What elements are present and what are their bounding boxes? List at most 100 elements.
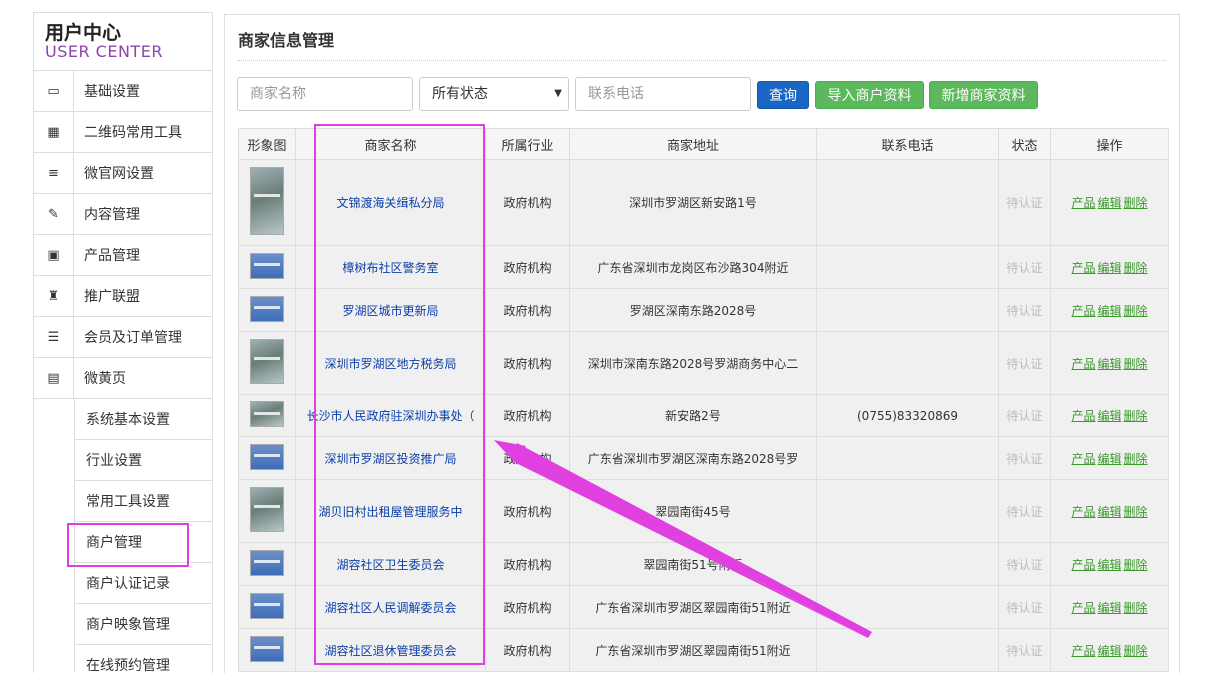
product-link[interactable]: 产品 [1071, 644, 1095, 658]
industry-cell: 政府机构 [485, 542, 570, 586]
sidebar-item-5[interactable]: ♜ 推广联盟 [34, 275, 212, 317]
merchant-name-input[interactable]: 商家名称 [237, 77, 413, 111]
sidebar-item-6[interactable]: ☰ 会员及订单管理 [34, 316, 212, 358]
edit-link[interactable]: 编辑 [1097, 452, 1121, 466]
sidebar-item-7[interactable]: ▤ 微黄页 [34, 357, 212, 399]
delete-link[interactable]: 删除 [1124, 644, 1148, 658]
thumbnail-cell [238, 394, 296, 437]
delete-link[interactable]: 删除 [1124, 558, 1148, 572]
column-header: 操作 [1050, 128, 1169, 160]
user-center-subtitle: USER CENTER [45, 42, 163, 61]
thumbnail-cell [238, 288, 296, 332]
product-link[interactable]: 产品 [1071, 304, 1095, 318]
industry-cell: 政府机构 [485, 628, 570, 672]
edit-link[interactable]: 编辑 [1097, 357, 1121, 371]
edit-link[interactable]: 编辑 [1097, 196, 1121, 210]
sidebar-subitem-1[interactable]: 行业设置 [74, 440, 212, 481]
phone-cell: (0755)83320869 [816, 394, 999, 437]
edit-link[interactable]: 编辑 [1097, 601, 1121, 615]
column-header: 联系电话 [816, 128, 999, 160]
thumbnail-cell [238, 628, 296, 672]
delete-link[interactable]: 删除 [1124, 505, 1148, 519]
sidebar: 用户中心 USER CENTER ▭ 基础设置 ▦ 二维码常用工具 ≡ 微官网设置 ✎ 内容管… [33, 12, 213, 673]
thumbnail-cell [238, 436, 296, 480]
phone-cell [816, 585, 999, 629]
edit-link[interactable]: 编辑 [1097, 304, 1121, 318]
address-cell: 翠园南街51号附近 [569, 542, 817, 586]
status-cell: 待认证 [998, 628, 1051, 672]
sidebar-item-1[interactable]: ▦ 二维码常用工具 [34, 111, 212, 153]
status-cell: 待认证 [998, 479, 1051, 543]
operations-cell: 产品 编辑 删除 [1050, 288, 1169, 332]
merchant-thumbnail[interactable] [250, 443, 284, 470]
highlight-name-column [314, 124, 485, 665]
sidebar-item-2[interactable]: ≡ 微官网设置 [34, 152, 212, 194]
sidebar-item-3[interactable]: ✎ 内容管理 [34, 193, 212, 235]
delete-link[interactable]: 删除 [1124, 409, 1148, 423]
edit-link[interactable]: 编辑 [1097, 558, 1121, 572]
delete-link[interactable]: 删除 [1124, 304, 1148, 318]
phone-cell [816, 542, 999, 586]
column-header: 所属行业 [485, 128, 570, 160]
thumbnail-cell [238, 542, 296, 586]
delete-link[interactable]: 删除 [1124, 452, 1148, 466]
operations-cell: 产品 编辑 删除 [1050, 331, 1169, 395]
merchant-thumbnail[interactable] [250, 252, 284, 279]
edit-link[interactable]: 编辑 [1097, 644, 1121, 658]
product-link[interactable]: 产品 [1071, 505, 1095, 519]
edit-link[interactable]: 编辑 [1097, 409, 1121, 423]
page: 用户中心 USER CENTER ▭ 基础设置 ▦ 二维码常用工具 ≡ 微官网设置 ✎ 内容管… [0, 0, 1209, 673]
merchant-thumbnail[interactable] [250, 487, 284, 532]
phone-input[interactable]: 联系电话 [575, 77, 751, 111]
edit-link[interactable]: 编辑 [1097, 261, 1121, 275]
delete-link[interactable]: 删除 [1124, 601, 1148, 615]
address-cell: 广东省深圳市龙岗区布沙路304附近 [569, 245, 817, 289]
merchant-thumbnail[interactable] [250, 167, 284, 235]
operations-cell: 产品 编辑 删除 [1050, 159, 1169, 246]
list-icon: ≡ [34, 152, 74, 194]
product-link[interactable]: 产品 [1071, 409, 1095, 423]
import-merchant-button[interactable]: 导入商户资料 [815, 81, 924, 109]
address-cell: 深圳市深南东路2028号罗湖商务中心二 [569, 331, 817, 395]
sidebar-subitem-4[interactable]: 商户认证记录 [74, 563, 212, 604]
address-cell: 广东省深圳市罗湖区翠园南街51附近 [569, 585, 817, 629]
product-link[interactable]: 产品 [1071, 452, 1095, 466]
sidebar-item-0[interactable]: ▭ 基础设置 [34, 70, 212, 112]
product-link[interactable]: 产品 [1071, 357, 1095, 371]
sidebar-item-label: 产品管理 [84, 248, 140, 264]
delete-link[interactable]: 删除 [1124, 357, 1148, 371]
product-link[interactable]: 产品 [1071, 601, 1095, 615]
merchant-thumbnail[interactable] [250, 295, 284, 322]
status-cell: 待认证 [998, 245, 1051, 289]
add-merchant-button[interactable]: 新增商家资料 [929, 81, 1038, 109]
sidebar-subitem-6[interactable]: 在线预约管理 [74, 645, 212, 673]
address-cell: 深圳市罗湖区新安路1号 [569, 159, 817, 246]
address-cell: 罗湖区深南东路2028号 [569, 288, 817, 332]
query-button[interactable]: 查询 [757, 81, 809, 109]
merchant-thumbnail[interactable] [250, 339, 284, 384]
status-cell: 待认证 [998, 436, 1051, 480]
phone-cell [816, 331, 999, 395]
sidebar-item-label: 推广联盟 [84, 289, 140, 305]
address-cell: 新安路2号 [569, 394, 817, 437]
status-cell: 待认证 [998, 542, 1051, 586]
merchant-thumbnail[interactable] [250, 592, 284, 619]
sidebar-subitem-5[interactable]: 商户映象管理 [74, 604, 212, 645]
merchant-thumbnail[interactable] [250, 549, 284, 576]
thumbnail-cell [238, 585, 296, 629]
sidebar-item-4[interactable]: ▣ 产品管理 [34, 234, 212, 276]
sidebar-subitem-0[interactable]: 系统基本设置 [74, 399, 212, 440]
edit-link[interactable]: 编辑 [1097, 505, 1121, 519]
product-link[interactable]: 产品 [1071, 196, 1095, 210]
database-icon: ☰ [34, 316, 74, 358]
merchant-thumbnail[interactable] [250, 635, 284, 662]
merchant-thumbnail[interactable] [250, 401, 284, 427]
product-link[interactable]: 产品 [1071, 558, 1095, 572]
sidebar-item-label: 内容管理 [84, 207, 140, 223]
product-link[interactable]: 产品 [1071, 261, 1095, 275]
delete-link[interactable]: 删除 [1124, 196, 1148, 210]
sidebar-subitem-2[interactable]: 常用工具设置 [74, 481, 212, 522]
delete-link[interactable]: 删除 [1124, 261, 1148, 275]
status-select[interactable]: 所有状态 ▼ [419, 77, 569, 111]
thumbnail-cell [238, 331, 296, 395]
